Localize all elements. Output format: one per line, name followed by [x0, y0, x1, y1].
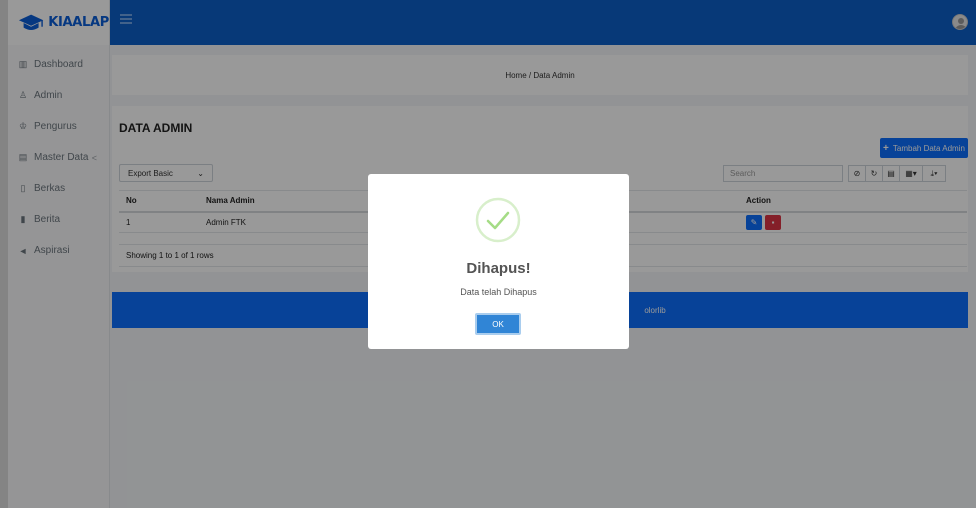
dialog-title: Dihapus!	[466, 260, 531, 277]
success-dialog: Dihapus! Data telah Dihapus OK	[368, 174, 629, 349]
dialog-message: Data telah Dihapus	[460, 287, 537, 297]
success-check-icon	[475, 197, 521, 243]
ok-button[interactable]: OK	[475, 313, 521, 335]
